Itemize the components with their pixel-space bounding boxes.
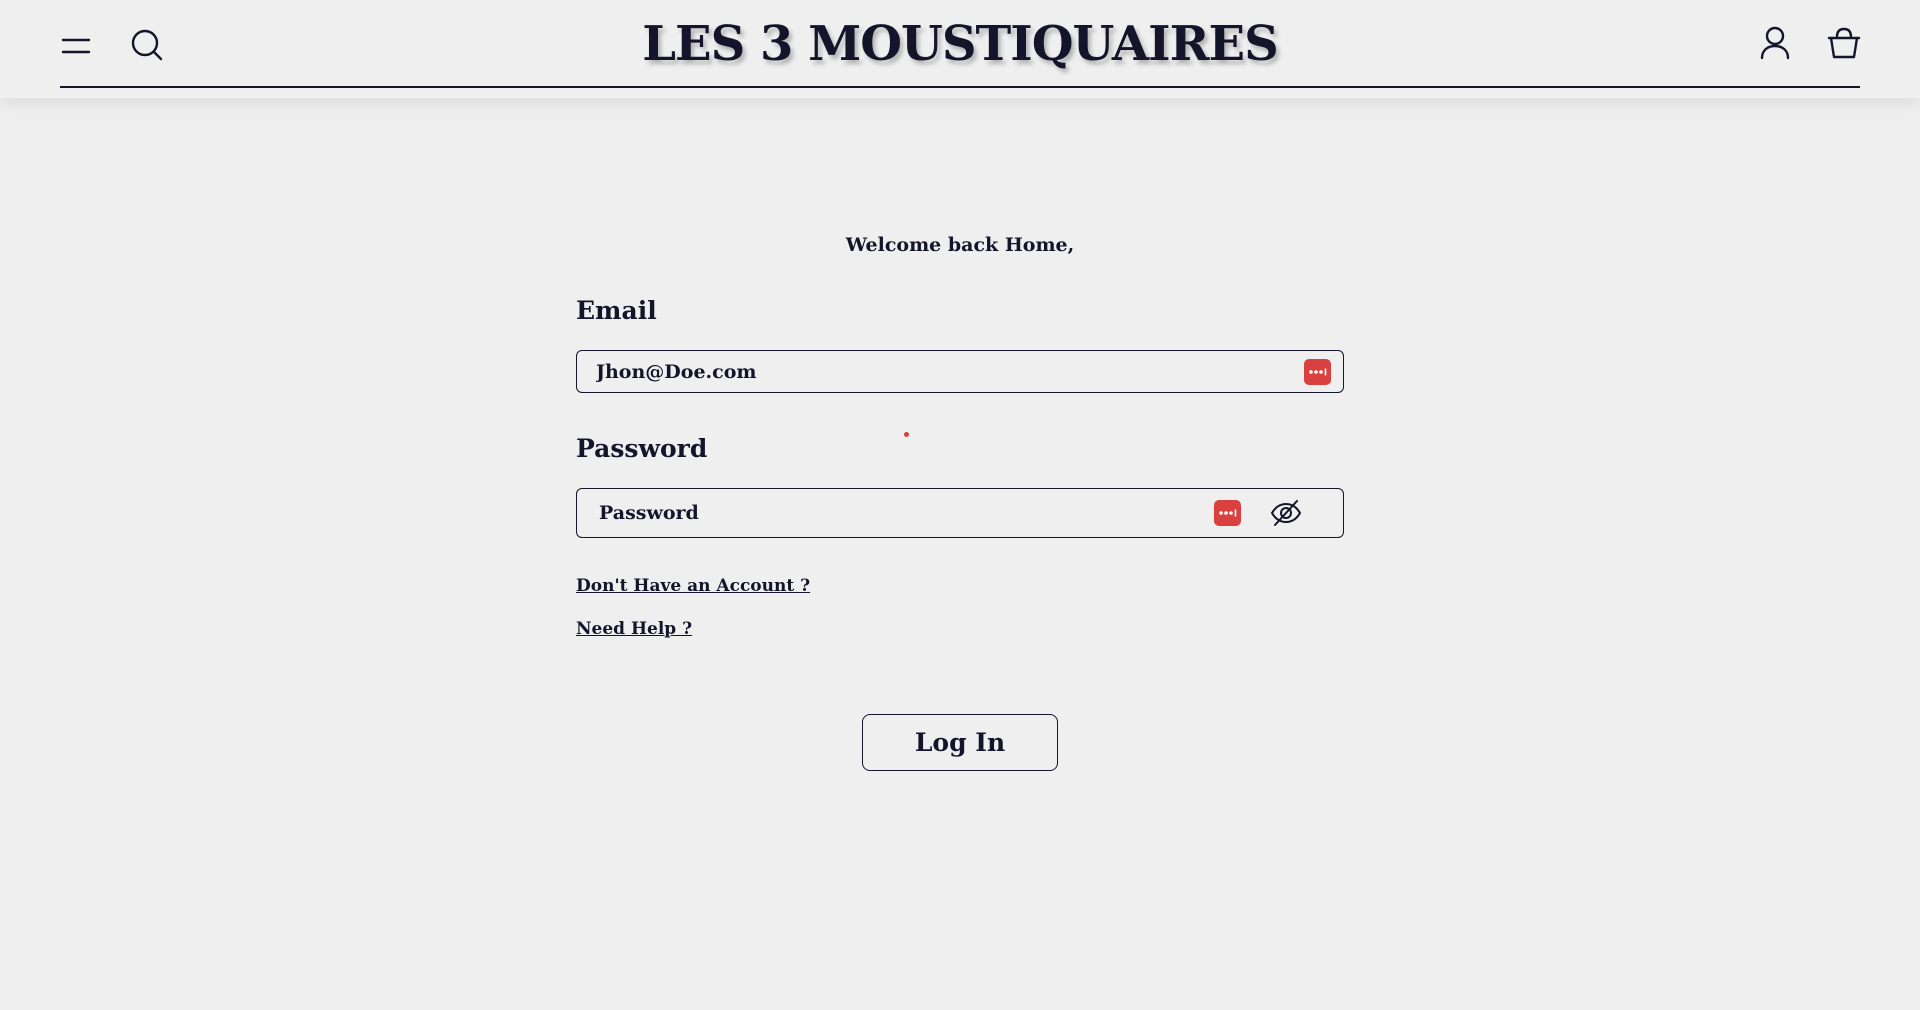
password-manager-icon[interactable] [1214,500,1241,526]
password-manager-icon[interactable] [1304,358,1331,385]
password-manager-dots-icon [1218,509,1236,517]
user-icon [1760,26,1790,60]
logo-link[interactable]: LES 3 MOUSTIQUAIRES [642,16,1278,72]
password-label: Password [576,434,708,463]
password-input[interactable] [577,489,1214,537]
eye-slash-icon [1270,500,1302,526]
welcome-message: Welcome back Home, [845,234,1075,256]
account-button[interactable] [1756,24,1794,62]
signup-link[interactable]: Don't Have an Account ? [576,576,810,596]
header-divider [60,86,1860,88]
cursor-dot [904,432,909,437]
cart-button[interactable] [1824,24,1864,62]
need-help-link[interactable]: Need Help ? [576,619,692,639]
login-button[interactable]: Log In [862,714,1058,771]
basket-icon [1827,27,1861,59]
site-logo: LES 3 MOUSTIQUAIRES [0,14,1920,74]
password-field [576,488,1344,538]
email-label: Email [576,296,657,325]
email-field [576,350,1344,393]
site-header: LES 3 MOUSTIQUAIRES [0,0,1920,98]
toggle-password-visibility-button[interactable] [1269,496,1303,530]
password-manager-dots-icon [1308,368,1326,375]
email-input[interactable] [577,351,1304,392]
